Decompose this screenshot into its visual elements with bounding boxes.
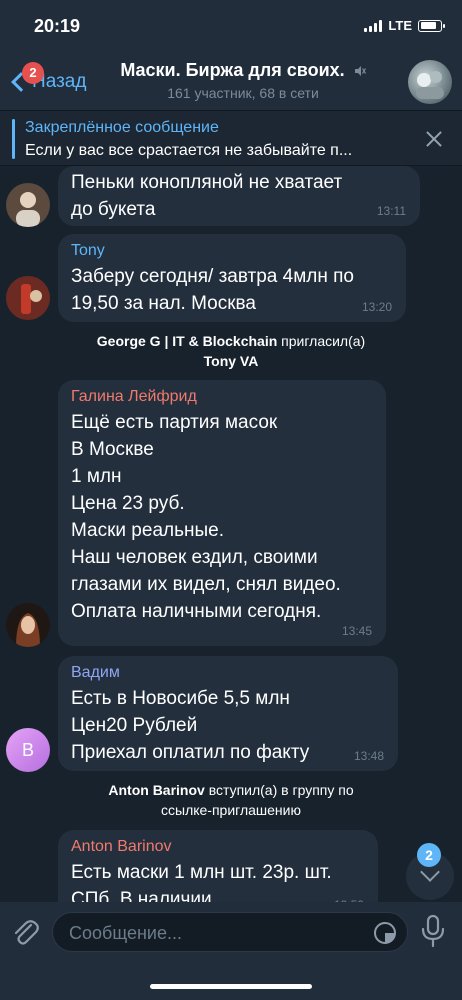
- message-line: Ещё есть партия масок: [71, 412, 278, 433]
- unread-mentions-badge: 2: [417, 843, 441, 867]
- home-indicator: [150, 984, 312, 989]
- message-time: 13:48: [353, 749, 384, 763]
- message-line: глазами их видел, снял видео.: [71, 574, 341, 595]
- message-line: В Москве: [71, 439, 154, 460]
- pinned-accent-bar: [12, 119, 15, 159]
- avatar[interactable]: [6, 276, 50, 320]
- message-sender[interactable]: Галина Лейфрид: [71, 388, 373, 406]
- avatar[interactable]: [6, 603, 50, 647]
- muted-icon: [354, 66, 366, 77]
- message-line: Наш человек ездил, своими: [71, 547, 318, 568]
- message-line: Заберу сегодня/ завтра 4млн по: [71, 266, 354, 287]
- message-line: Пеньки конопляной не хватает: [71, 172, 343, 193]
- pinned-title: Закреплённое сообщение: [25, 119, 219, 136]
- message-input-placeholder: Сообщение...: [69, 923, 182, 943]
- message-sender[interactable]: Tony: [71, 242, 393, 260]
- message-time: 13:20: [361, 300, 392, 314]
- chat-title-text: Маски. Биржа для своих.: [120, 60, 345, 80]
- message-time: 13:45: [341, 624, 372, 638]
- paperclip-icon[interactable]: [10, 916, 40, 950]
- message-line: Приехал оплатил по факту: [71, 742, 310, 763]
- status-time: 20:19: [34, 16, 81, 36]
- message-sender[interactable]: Вадим: [71, 664, 385, 682]
- message-line: 19,50 за нал. Москва: [71, 293, 256, 314]
- chat-title[interactable]: Маски. Биржа для своих.: [108, 60, 378, 81]
- close-icon[interactable]: [424, 129, 444, 149]
- message-bubble[interactable]: Tony Заберу сегодня/ завтра 4млн по 19,5…: [58, 234, 406, 322]
- avatar[interactable]: [6, 183, 50, 227]
- group-avatar[interactable]: [408, 60, 452, 104]
- message-input[interactable]: Сообщение...: [52, 912, 408, 952]
- service-actor[interactable]: George G | IT & Blockchain: [97, 333, 278, 349]
- message-line: Есть маски 1 млн шт. 23р. шт.: [71, 862, 332, 883]
- message-line: Есть в Новосибе 5,5 млн: [71, 688, 290, 709]
- service-text: ссылке-приглашению: [161, 802, 301, 818]
- service-target[interactable]: Tony VA: [204, 353, 259, 369]
- message-bubble[interactable]: Галина Лейфрид Ещё есть партия масок В М…: [58, 380, 386, 646]
- status-indicators: LTE: [364, 18, 445, 33]
- battery-icon: [418, 19, 445, 32]
- service-text: пригласил(а): [277, 333, 366, 349]
- signal-icon: [364, 19, 383, 32]
- pinned-text: Если у вас все срастается не забывайте п…: [25, 142, 353, 159]
- chat-subtitle: 161 участник, 68 в сети: [167, 85, 319, 101]
- message-line: 1 млн: [71, 466, 122, 487]
- message-line: Цен20 Рублей: [71, 715, 198, 736]
- pinned-message[interactable]: Закреплённое сообщение Если у вас все ср…: [0, 110, 462, 166]
- unread-chats-badge: 2: [22, 62, 44, 84]
- status-bar: 20:19 LTE: [0, 0, 462, 54]
- message-bubble[interactable]: Вадим Есть в Новосибе 5,5 млн Цен20 Рубл…: [58, 656, 398, 771]
- message-text: Пеньки конопляной не хватает до букета: [71, 169, 407, 223]
- message-text: Ещё есть партия масок В Москве 1 млн Цен…: [71, 409, 373, 625]
- message-line: Цена 23 руб.: [71, 493, 185, 514]
- message-text: Заберу сегодня/ завтра 4млн по 19,50 за …: [71, 263, 393, 317]
- back-button[interactable]: Назад 2: [6, 60, 106, 104]
- message-line: Оплата наличными сегодня.: [71, 601, 322, 622]
- sticker-icon[interactable]: [373, 921, 397, 945]
- network-label: LTE: [388, 18, 412, 33]
- message-sender[interactable]: Anton Barinov: [71, 838, 365, 856]
- message-line: до букета: [71, 199, 156, 220]
- message-text: Есть в Новосибе 5,5 млн Цен20 Рублей При…: [71, 685, 385, 766]
- microphone-icon[interactable]: [420, 914, 446, 948]
- chat-header: Назад 2 Маски. Биржа для своих. 161 учас…: [0, 54, 462, 110]
- message-time: 13:11: [376, 204, 406, 218]
- message-line: Маски реальные.: [71, 520, 224, 541]
- service-actor[interactable]: Anton Barinov: [108, 782, 204, 798]
- message-bubble[interactable]: Пеньки конопляной не хватает до букета 1…: [58, 166, 420, 226]
- avatar[interactable]: В: [6, 728, 50, 772]
- avatar-letter: В: [21, 739, 34, 760]
- service-text: вступил(а) в группу по: [204, 782, 354, 798]
- service-message: George G | IT & Blockchain пригласил(а) …: [40, 331, 422, 371]
- service-message: Anton Barinov вступил(а) в группу по ссы…: [40, 780, 422, 820]
